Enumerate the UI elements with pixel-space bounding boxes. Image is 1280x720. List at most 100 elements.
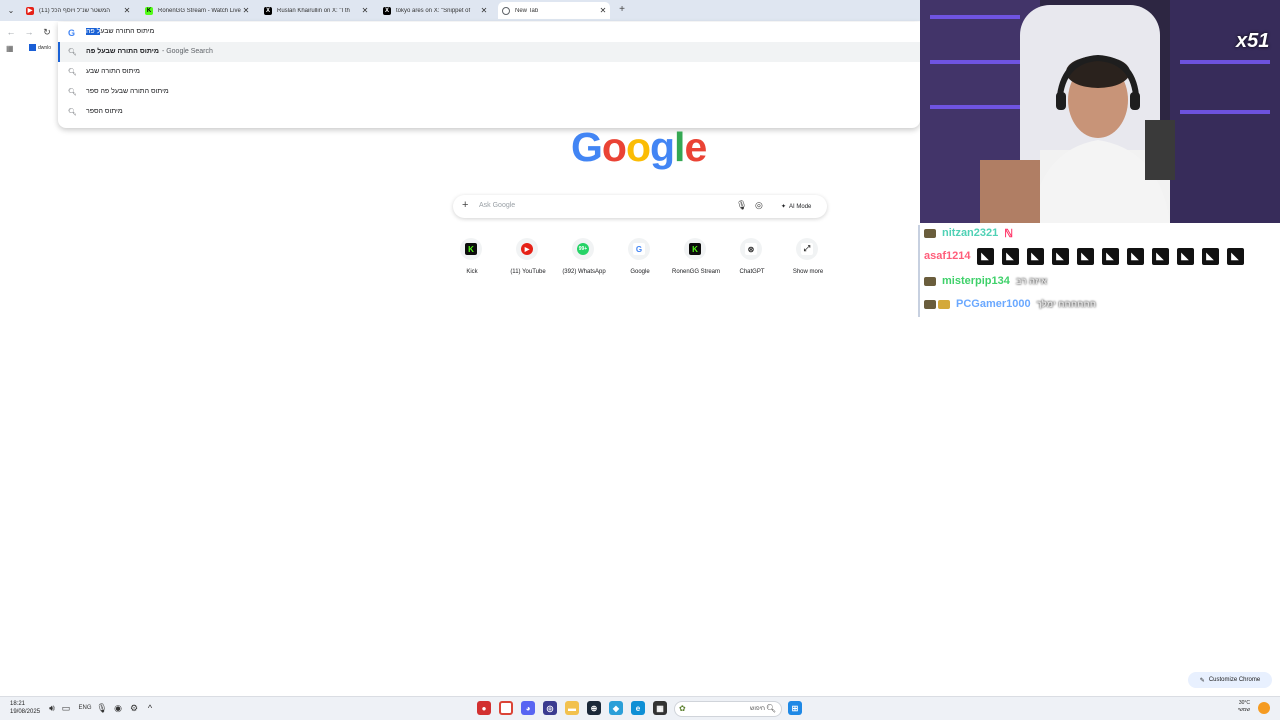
suggestion-item[interactable]: 🔍︎ מיתוס הספר bbox=[58, 102, 920, 122]
tab-close-icon[interactable]: ✕ bbox=[241, 6, 251, 15]
kick-icon: K bbox=[689, 243, 701, 255]
windows-start-icon[interactable]: ⊞ bbox=[788, 701, 802, 715]
logo-letter: o bbox=[601, 124, 627, 170]
taskbar-clock[interactable]: 18:21 19/08/2025 bbox=[10, 700, 40, 716]
tab-title: (11) המשטר שנ"ל ויוסף הכל bbox=[39, 7, 111, 14]
file-explorer-icon[interactable]: ▬ bbox=[565, 701, 579, 715]
shortcut-tile[interactable]: ⊛ ChatGPT bbox=[724, 238, 780, 282]
emote-icon: ◣ bbox=[1076, 247, 1094, 265]
search-icon: 🔍︎ bbox=[68, 49, 77, 56]
microphone-icon[interactable]: 🎙︎ bbox=[96, 702, 108, 715]
tab-close-icon[interactable]: ✕ bbox=[360, 6, 370, 15]
google-lens-icon[interactable]: ◎ bbox=[755, 200, 763, 211]
edge-icon[interactable]: e bbox=[631, 701, 645, 715]
suggestion-item[interactable]: 🔍︎ מיתוס התורה שבע bbox=[58, 62, 920, 82]
shortcut-icon-bg: ⤢ bbox=[796, 238, 818, 260]
kick-icon: K bbox=[145, 6, 153, 15]
discord-icon[interactable]: ◕ bbox=[521, 701, 535, 715]
plus-icon[interactable]: + bbox=[462, 199, 468, 211]
suggestion-item[interactable]: 🔍︎ מיתוס התורה שבעל פה - Google Search bbox=[58, 42, 920, 62]
tab-strip: ⌄ ▶ (11) המשטר שנ"ל ויוסף הכל ✕ K RonenG… bbox=[0, 0, 920, 21]
chrome-icon[interactable] bbox=[499, 701, 513, 715]
search-icon: 🔍︎ bbox=[68, 89, 77, 96]
new-tab-button[interactable]: + bbox=[616, 3, 628, 17]
steam-icon[interactable]: ⊕ bbox=[587, 701, 601, 715]
shortcut-label: ChatGPT bbox=[739, 269, 765, 275]
shortcut-label: RonenGG Stream bbox=[671, 269, 721, 275]
weather-sun-icon bbox=[1258, 702, 1270, 714]
emote-icon: ◣ bbox=[1226, 247, 1244, 265]
suggestion-text: מיתוס הספר bbox=[86, 108, 123, 115]
chat-username: misterpip134 bbox=[942, 275, 1010, 287]
back-arrow-icon[interactable]: ← bbox=[4, 25, 18, 39]
suggestion-text: מיתוס התורה שבעל פה bbox=[86, 48, 159, 55]
bookmark-item[interactable]: dwnlo bbox=[29, 44, 51, 51]
expand-icon: ⤢ bbox=[801, 243, 813, 255]
tab-title: RonenGG Stream - Watch Live bbox=[158, 7, 241, 14]
shortcut-tile[interactable]: ⤢ Show more bbox=[780, 238, 836, 282]
ntp-search-box[interactable]: + Ask Google 🎙︎ ◎ ✦ AI Mode bbox=[453, 195, 827, 218]
taskbar-search-placeholder: חיפוש bbox=[750, 706, 765, 712]
taskbar-app-icon[interactable]: ◆ bbox=[609, 701, 623, 715]
x-icon: X bbox=[264, 6, 272, 15]
tab-search-chevron-icon[interactable]: ⌄ bbox=[4, 3, 18, 17]
shortcut-tile[interactable]: ▶ (11) YouTube bbox=[500, 238, 556, 282]
tab-x-tokyo[interactable]: X tokyo ares on X: "Snippet of ✕ bbox=[379, 2, 491, 19]
tab-close-icon[interactable]: ✕ bbox=[122, 6, 132, 15]
chat-username: PCGamer1000 bbox=[956, 298, 1031, 310]
shortcut-icon-bg: 99+ bbox=[572, 238, 594, 260]
language-indicator[interactable]: ENG bbox=[78, 702, 92, 715]
shortcut-tile[interactable]: K RonenGG Stream bbox=[668, 238, 724, 282]
search-icon: 🔍︎ bbox=[68, 69, 77, 76]
chat-badge-icon bbox=[938, 299, 950, 309]
tray-app-icon[interactable]: ◉ bbox=[112, 702, 124, 715]
google-icon: G bbox=[633, 243, 645, 255]
chat-username: nitzan2321 bbox=[942, 227, 999, 239]
ai-mode-label: AI Mode bbox=[789, 203, 812, 210]
google-g-icon: G bbox=[68, 28, 76, 38]
shortcut-label: Show more bbox=[792, 269, 824, 275]
network-icon[interactable]: ▭ bbox=[60, 702, 72, 715]
taskbar-app-icon[interactable]: ▦ bbox=[653, 701, 667, 715]
emote-icon: ◣ bbox=[976, 247, 994, 265]
search-placeholder: Ask Google bbox=[479, 202, 516, 209]
chatgpt-icon: ⊛ bbox=[745, 243, 757, 255]
address-bar[interactable]: G מיתוס התורה שבעל פה bbox=[58, 24, 920, 42]
chevron-up-icon[interactable]: ^ bbox=[144, 702, 156, 715]
reload-icon[interactable]: ↻ bbox=[40, 25, 54, 39]
microphone-icon[interactable]: 🎙︎ bbox=[736, 200, 747, 211]
shortcut-tile[interactable]: K Kick bbox=[444, 238, 500, 282]
shortcut-tile[interactable]: 99+ (392) WhatsApp bbox=[556, 238, 612, 282]
weather-desc: שמשי bbox=[1238, 707, 1250, 713]
suggestion-item[interactable]: 🔍︎ מיתוס התורה שבעל פה ספר bbox=[58, 82, 920, 102]
tab-x-ruslan[interactable]: X Ruslan Khairullin on X: "I th ✕ bbox=[260, 2, 372, 19]
tab-new-tab[interactable]: New Tab ✕ bbox=[498, 2, 610, 19]
address-input[interactable]: מיתוס התורה שבעל פה bbox=[86, 28, 154, 35]
tab-title: tokyo ares on X: "Snippet of bbox=[396, 7, 471, 14]
tray-app-icon[interactable]: ⚙ bbox=[128, 702, 140, 715]
emote-icon: ◣ bbox=[1126, 247, 1144, 265]
customize-chrome-button[interactable]: ✎ Customize Chrome bbox=[1188, 672, 1272, 688]
emote-icon: ◣ bbox=[1151, 247, 1169, 265]
chat-message: PCGamer1000 חחחחחח ימלך bbox=[924, 294, 1096, 314]
shortcut-icon-bg: ⊛ bbox=[740, 238, 762, 260]
tab-kick-stream[interactable]: K RonenGG Stream - Watch Live ✕ bbox=[141, 2, 253, 19]
tab-title: Ruslan Khairullin on X: "I th bbox=[277, 7, 350, 14]
chat-badge-icon bbox=[924, 228, 936, 238]
taskbar-app-icon[interactable]: ◎ bbox=[543, 701, 557, 715]
shortcut-tile[interactable]: G Google bbox=[612, 238, 668, 282]
apps-grid-icon[interactable]: ▦ bbox=[6, 45, 14, 53]
speaker-icon[interactable]: 🔊︎ bbox=[46, 702, 58, 715]
tab-close-icon[interactable]: ✕ bbox=[598, 6, 608, 15]
weather-widget[interactable]: 30°C שמשי bbox=[1238, 700, 1250, 714]
emote-row: ◣ ◣ ◣ ◣ ◣ ◣ ◣ ◣ ◣ ◣ ◣ bbox=[976, 247, 1252, 265]
emote-icon: ◣ bbox=[1026, 247, 1044, 265]
tab-close-icon[interactable]: ✕ bbox=[479, 6, 489, 15]
stream-badge: x51 bbox=[1236, 30, 1270, 52]
chat-message: nitzan2321 ℕ bbox=[924, 223, 1013, 243]
forward-arrow-icon[interactable]: → bbox=[22, 25, 36, 39]
ai-mode-button[interactable]: ✦ AI Mode bbox=[775, 198, 817, 215]
taskbar-app-icon[interactable]: ● bbox=[477, 701, 491, 715]
taskbar-search[interactable]: ✿ חיפוש 🔍︎ bbox=[674, 701, 782, 717]
tab-youtube[interactable]: ▶ (11) המשטר שנ"ל ויוסף הכל ✕ bbox=[22, 2, 134, 19]
